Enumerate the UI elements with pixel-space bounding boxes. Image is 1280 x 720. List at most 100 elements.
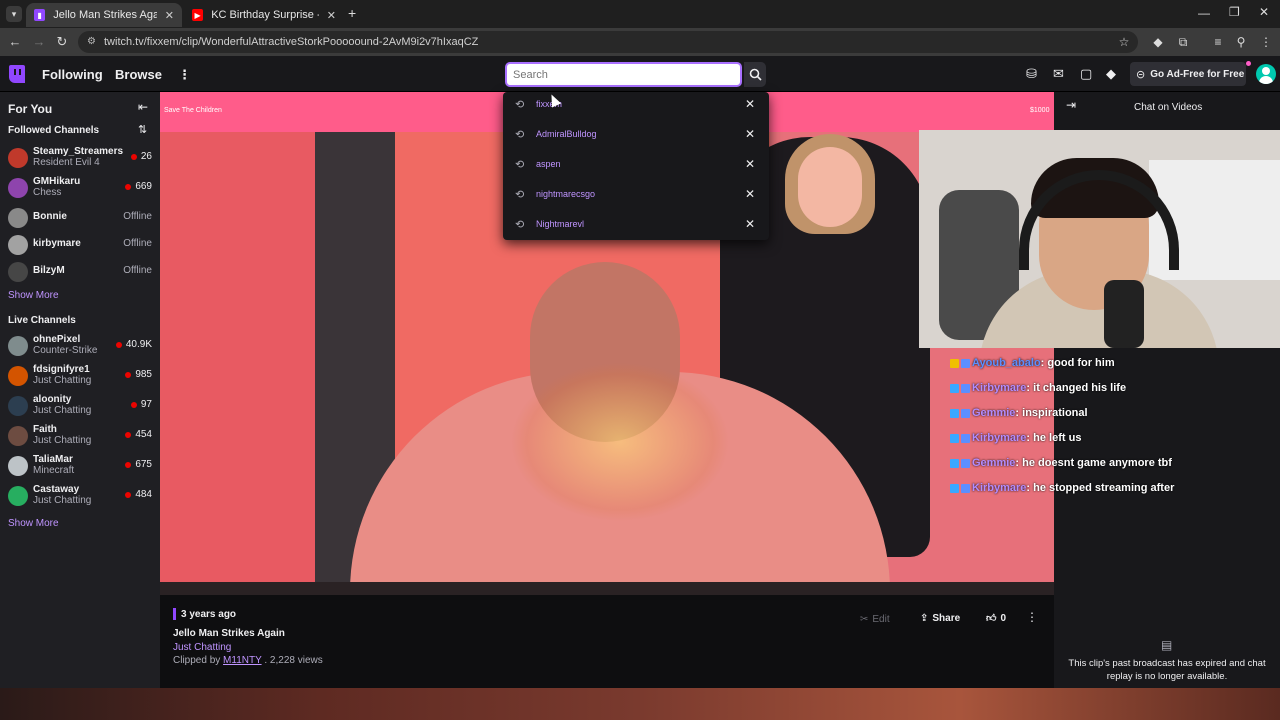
url-text: twitch.tv/fixxem/clip/WonderfulAttractiv… <box>104 36 479 48</box>
site-info-icon[interactable]: ⚙ <box>87 31 96 53</box>
browse-link[interactable]: Browse <box>115 67 162 82</box>
remove-history-icon[interactable]: ✕ <box>745 157 755 171</box>
sidebar-channel-faith[interactable]: Faith Just Chatting 454 <box>0 421 160 451</box>
tab-youtube[interactable]: ▶ KC Birthday Surprise - YouTube ✕ <box>184 3 344 27</box>
chat-message: Gemmie: inspirational <box>950 407 1088 419</box>
notification-dot <box>1246 61 1251 66</box>
avatar <box>8 396 28 416</box>
avatar[interactable] <box>1256 64 1276 84</box>
sidebar-channel-castaway[interactable]: Castaway Just Chatting 484 <box>0 481 160 511</box>
forward-icon[interactable]: → <box>31 34 47 49</box>
remove-history-icon[interactable]: ✕ <box>745 127 755 141</box>
maximize-icon[interactable]: ❐ <box>1229 5 1240 19</box>
following-link[interactable]: Following <box>42 67 103 82</box>
twitch-logo-icon[interactable] <box>9 65 25 83</box>
search-history-item[interactable]: ⟲ fixxem ✕ <box>503 90 769 118</box>
prime-loot-icon[interactable]: ⛁ <box>1026 66 1037 82</box>
minimize-icon[interactable]: — <box>1198 6 1210 20</box>
chat-username[interactable]: Ayoub_abalo <box>972 357 1041 369</box>
chat-username[interactable]: Gemmie <box>972 407 1015 419</box>
live-dot-icon <box>125 183 132 190</box>
tab-list-button[interactable]: ▾ <box>6 6 22 22</box>
chat-username[interactable]: Kirbymare <box>972 382 1026 394</box>
url-field[interactable]: ⚙ twitch.tv/fixxem/clip/WonderfulAttract… <box>78 31 1138 53</box>
sort-icon[interactable]: ⇅ <box>138 123 147 136</box>
extensions-puzzle-icon[interactable]: ⧉ <box>1175 34 1191 50</box>
live-dot-icon <box>125 491 132 498</box>
viewer-count: 484 <box>125 489 152 500</box>
profile-icon[interactable]: ⚲ <box>1233 34 1249 50</box>
channel-name: fdsignifyre1 <box>33 364 90 375</box>
avatar <box>8 148 28 168</box>
youtube-favicon-icon: ▶ <box>192 9 204 21</box>
bookmark-star-icon[interactable]: ☆ <box>1116 34 1132 50</box>
twitch-favicon-icon: ▮ <box>34 9 46 21</box>
clip-age: 3 years ago <box>181 609 237 620</box>
viewer-count: 454 <box>125 429 152 440</box>
channel-game: Minecraft <box>33 465 75 476</box>
show-more-live-link[interactable]: Show More <box>8 518 59 529</box>
inbox-icon[interactable]: ✉ <box>1053 66 1064 82</box>
viewer-count: 97 <box>130 399 152 410</box>
bits-icon[interactable]: ◆ <box>1106 66 1116 82</box>
collapse-chat-icon[interactable]: ⇥ <box>1066 98 1076 112</box>
chat-username[interactable]: Kirbymare <box>972 432 1026 444</box>
clip-category-link[interactable]: Just Chatting <box>173 642 231 653</box>
channel-name: Castaway <box>33 484 80 495</box>
close-tab-icon[interactable]: ✕ <box>327 9 336 22</box>
search-history-item[interactable]: ⟲ aspen ✕ <box>503 150 769 178</box>
more-menu-icon[interactable]: ⋮ <box>178 67 191 83</box>
remove-history-icon[interactable]: ✕ <box>745 217 755 231</box>
channel-name: Faith <box>33 424 57 435</box>
chat-text: good for him <box>1047 357 1115 369</box>
whispers-icon[interactable]: ▢ <box>1080 66 1092 82</box>
search-button[interactable] <box>744 62 766 87</box>
browser-menu-icon[interactable]: ⋮ <box>1258 34 1274 50</box>
sidebar-channel-fdsignifyre1[interactable]: fdsignifyre1 Just Chatting 985 <box>0 361 160 391</box>
reload-icon[interactable]: ↻ <box>54 34 70 50</box>
share-button[interactable]: ⇪ Share <box>920 608 970 628</box>
remove-history-icon[interactable]: ✕ <box>745 97 755 111</box>
chat-text: it changed his life <box>1033 382 1127 394</box>
new-tab-icon[interactable]: + <box>348 5 356 21</box>
media-control-icon[interactable]: ≡ <box>1210 34 1226 50</box>
sidebar-channel-taliamar[interactable]: TaliaMar Minecraft 675 <box>0 451 160 481</box>
chat-username[interactable]: Kirbymare <box>972 482 1026 494</box>
go-ad-free-button[interactable]: ⊝ Go Ad-Free for Free <box>1130 62 1246 86</box>
extension-icon[interactable]: ◆ <box>1150 34 1166 50</box>
live-dot-icon <box>125 371 132 378</box>
close-tab-icon[interactable]: ✕ <box>165 9 174 22</box>
close-window-icon[interactable]: ✕ <box>1259 5 1269 19</box>
search-input[interactable] <box>507 64 740 85</box>
sidebar-channel-aloonity[interactable]: aloonity Just Chatting 97 <box>0 391 160 421</box>
sidebar-channel-gmhikaru[interactable]: GMHikaru Chess 669 <box>0 173 160 203</box>
clipper-link[interactable]: M11NTY <box>223 655 262 666</box>
search-history-dropdown: ⟲ fixxem ✕ ⟲ AdmiralBulldog ✕ ⟲ aspen ✕ … <box>503 92 769 240</box>
sidebar-channel-bilzym[interactable]: BilzyM Offline <box>0 257 160 287</box>
viewer-count: 669 <box>125 181 152 192</box>
search-box <box>505 62 742 87</box>
back-icon[interactable]: ← <box>7 34 23 49</box>
collapse-sidebar-icon[interactable]: ⇤ <box>138 100 148 114</box>
avatar <box>8 426 28 446</box>
history-icon: ⟲ <box>515 218 525 231</box>
chat-username[interactable]: Gemmie <box>972 457 1015 469</box>
chat-message: Ayoub_abalo: good for him <box>950 357 1115 369</box>
video-floor <box>160 582 1054 595</box>
more-options-icon[interactable]: ⋮ <box>1026 610 1038 624</box>
remove-history-icon[interactable]: ✕ <box>745 187 755 201</box>
search-history-item[interactable]: ⟲ nightmarecsgo ✕ <box>503 180 769 208</box>
edit-button[interactable]: ✂ Edit <box>860 609 890 629</box>
search-history-item[interactable]: ⟲ Nightmarevl ✕ <box>503 210 769 238</box>
channel-name: GMHikaru <box>33 176 81 187</box>
avatar <box>8 456 28 476</box>
show-more-followed-link[interactable]: Show More <box>8 290 59 301</box>
viewer-count: 40.9K <box>115 339 152 350</box>
sidebar-channel-steamy-streamers[interactable]: Steamy_Streamers Resident Evil 4 26 <box>0 143 160 173</box>
search-history-item[interactable]: ⟲ AdmiralBulldog ✕ <box>503 120 769 148</box>
like-button[interactable]: 👍︎ 0 <box>986 608 1022 628</box>
sidebar-channel-bonnie[interactable]: Bonnie Offline <box>0 203 160 233</box>
sidebar-channel-kirbymare[interactable]: kirbymare Offline <box>0 230 160 260</box>
tab-twitch[interactable]: ▮ Jello Man Strikes Again - Twitch ✕ <box>26 3 182 27</box>
sidebar-channel-ohnepixel[interactable]: ohnePixel Counter-Strike 40.9K <box>0 331 160 361</box>
